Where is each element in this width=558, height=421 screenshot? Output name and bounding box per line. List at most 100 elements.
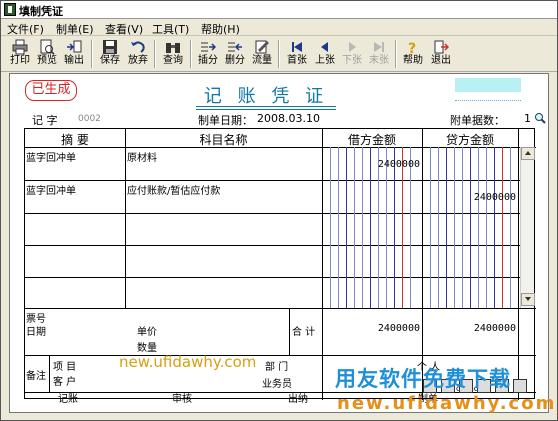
row-divider: [25, 355, 536, 356]
binoculars-icon: [166, 43, 180, 53]
toolbar-separator: [154, 40, 156, 68]
next-button[interactable]: 下张: [340, 38, 364, 70]
voucher-title: 记 账 凭 证: [203, 86, 329, 107]
printer-icon: [12, 39, 28, 55]
col-header-account: 科目名称: [199, 133, 248, 147]
voucher-type-label: 记 字: [32, 114, 58, 127]
first-page-icon: [292, 42, 302, 52]
app-icon: [4, 3, 16, 16]
svg-text:?: ?: [408, 41, 416, 55]
col-divider: [125, 129, 126, 308]
menu-file[interactable]: 文件(F): [7, 21, 44, 37]
export-button[interactable]: 输出: [62, 38, 86, 70]
credit-digit-lines: [422, 147, 518, 308]
date-label: 制单日期：: [198, 114, 253, 127]
salesperson-label: 业务员: [262, 379, 292, 390]
row1-account[interactable]: 原材料: [127, 149, 157, 164]
col-divider: [289, 308, 290, 355]
department-label: 部 门: [265, 362, 289, 373]
generated-stamp: 已生成: [25, 80, 77, 101]
voucher-window: 填制凭证 文件(F) 制单(E) 查看(V) 工具(T) 帮助(H) 打印 预览…: [0, 0, 558, 421]
total-label: 合 计: [292, 327, 316, 338]
col-divider: [518, 129, 519, 400]
cashflow-icon: [255, 40, 269, 54]
col-header-credit: 贷方金额: [445, 133, 494, 147]
title-underline: [196, 109, 336, 110]
print-button[interactable]: 打印: [8, 38, 32, 70]
project-label: 项 目: [53, 362, 77, 373]
prev-page-icon: [321, 42, 328, 52]
exit-icon: [434, 40, 449, 54]
col-header-debit: 借方金额: [347, 133, 396, 147]
last-page-icon: [374, 42, 384, 52]
col-divider: [49, 355, 50, 392]
title-underline: [196, 106, 336, 107]
voucher-custom-field-line: [455, 100, 521, 101]
save-button[interactable]: 保存: [98, 38, 122, 70]
title-bar: 填制凭证: [1, 1, 557, 19]
row-divider: [25, 308, 536, 309]
row1-debit[interactable]: 2400000: [322, 159, 420, 170]
menu-voucher[interactable]: 制单(E): [56, 21, 94, 37]
total-credit: 2400000: [473, 323, 516, 334]
help-icon: ?: [408, 41, 416, 55]
magnifier-icon[interactable]: [534, 112, 546, 124]
help-button[interactable]: ? 帮助: [401, 38, 425, 70]
next-page-icon: [349, 42, 356, 52]
window-title: 填制凭证: [19, 5, 63, 18]
row2-credit[interactable]: 2400000: [422, 192, 516, 203]
query-button[interactable]: 查询: [161, 38, 185, 70]
delete-row-button[interactable]: 删分: [223, 38, 247, 70]
watermark-url: new.ufidawhy.com: [119, 353, 257, 371]
prev-button[interactable]: 上张: [313, 38, 337, 70]
grid-scrollbar[interactable]: [520, 147, 535, 308]
preview-button[interactable]: 预览: [35, 38, 59, 70]
unit-price-label: 单价: [137, 327, 157, 338]
delete-row-icon: [228, 42, 242, 52]
discard-button[interactable]: 放弃: [126, 38, 150, 70]
customer-label: 客 户: [53, 377, 77, 388]
toolbar: 打印 预览 输出 保存 放弃 查询 插分 删分 流量 首张 上张 下张 末张 ?…: [1, 36, 557, 72]
bookkeeping-label: 记账: [58, 394, 78, 405]
menu-help[interactable]: 帮助(H): [201, 21, 240, 37]
audit-label: 审核: [172, 394, 192, 405]
ticket-date-label: 日期: [26, 327, 46, 338]
cashier-label: 出纳: [288, 394, 308, 405]
undo-icon: [131, 41, 145, 53]
total-debit: 2400000: [377, 323, 420, 334]
scroll-down-button[interactable]: [521, 293, 535, 306]
save-icon: [103, 40, 117, 54]
row2-account[interactable]: 应付账款/暂估应付款: [127, 182, 220, 197]
insert-row-button[interactable]: 插分: [196, 38, 220, 70]
toolbar-separator: [278, 40, 280, 68]
row1-summary[interactable]: 蓝字回冲单: [26, 149, 76, 164]
exit-button[interactable]: 退出: [429, 38, 453, 70]
cashflow-button[interactable]: 流量: [250, 38, 274, 70]
watermark-url-large: new.ufidawhy.com: [337, 393, 557, 414]
first-button[interactable]: 首张: [285, 38, 309, 70]
preview-icon: [40, 39, 55, 55]
col-header-summary: 摘 要: [61, 133, 89, 147]
status-icon: [513, 379, 527, 393]
menu-view[interactable]: 查看(V): [105, 21, 143, 37]
toolbar-separator: [91, 40, 93, 68]
arrow-up-icon: [525, 151, 531, 155]
scroll-up-button[interactable]: [521, 147, 535, 160]
export-icon: [67, 40, 82, 53]
remark-label: 备注: [26, 371, 46, 382]
menu-tools[interactable]: 工具(T): [152, 21, 189, 37]
attachments-count[interactable]: 1: [524, 112, 531, 125]
insert-row-icon: [201, 42, 216, 52]
voucher-custom-field[interactable]: [455, 78, 521, 92]
voucher-area: 已生成 记 账 凭 证 记 字 0002 制单日期： 2008.03.10 附单…: [9, 73, 549, 413]
voucher-number[interactable]: 0002: [78, 114, 101, 124]
arrow-down-icon: [525, 297, 531, 301]
voucher-date[interactable]: 2008.03.10: [257, 112, 320, 125]
watermark-brand: 用友软件免费下载: [335, 367, 511, 391]
debit-digit-lines: [322, 147, 422, 308]
quantity-label: 数量: [137, 343, 157, 354]
last-button[interactable]: 末张: [367, 38, 391, 70]
menu-bar: 文件(F) 制单(E) 查看(V) 工具(T) 帮助(H): [1, 19, 557, 36]
row2-summary[interactable]: 蓝字回冲单: [26, 182, 76, 197]
attachments-label: 附单据数：: [450, 114, 505, 127]
